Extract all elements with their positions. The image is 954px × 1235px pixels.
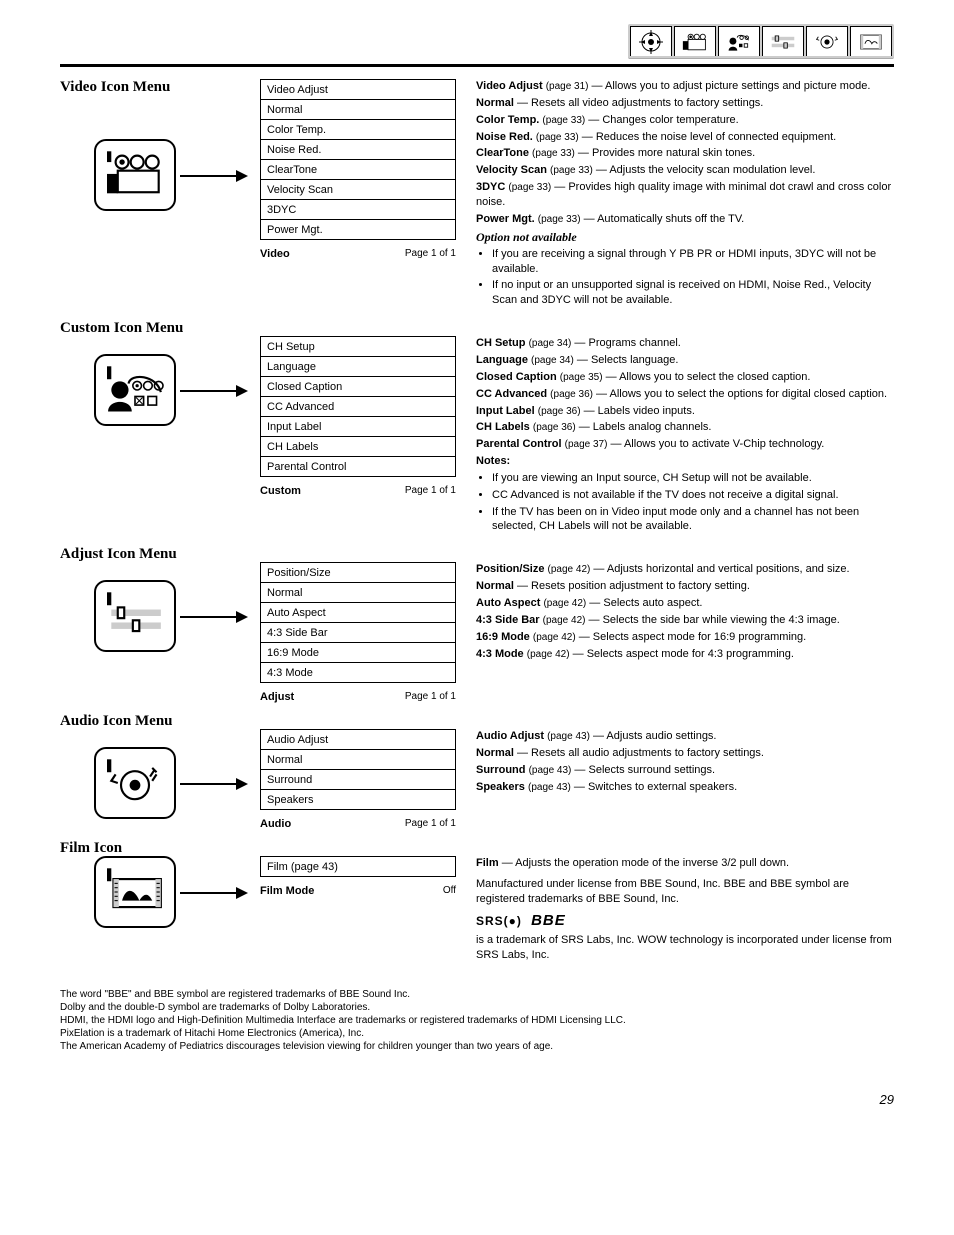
section-film: Film Icon — [60, 856, 894, 962]
bbe-logo-icon: BBE — [531, 912, 566, 929]
film-desc-body: — Adjusts the operation mode of the inve… — [502, 857, 789, 869]
section-custom: Custom Icon Menu — [60, 336, 894, 536]
menu-item: Normal — [261, 750, 456, 770]
tab-video-icon — [674, 26, 716, 56]
menu-item: Position/Size — [261, 563, 456, 583]
table-footer-text: Off — [443, 885, 456, 896]
adjust-icon — [94, 580, 176, 652]
menu-item: Power Mgt. — [261, 220, 456, 240]
note-text: If the TV has been on in Video input mod… — [492, 505, 894, 535]
table-footer-text: Page 1 of 1 — [405, 485, 456, 496]
tab-custom-icon — [718, 26, 760, 56]
table-footer-label: Film Mode — [260, 885, 314, 897]
adjust-desc-list: Position/Size (page 42) — Adjusts horizo… — [476, 562, 894, 661]
menu-item: 3DYC — [261, 200, 456, 220]
section-adjust: Adjust Icon Menu Position/Size Normal — [60, 562, 894, 703]
custom-desc-list: CH Setup (page 34) — Programs channel. L… — [476, 336, 894, 452]
section-audio: Audio Icon Menu Audio Adjust Normal — [60, 729, 894, 830]
tab-setup-icon — [630, 26, 672, 56]
video-desc-list: Video Adjust (page 31) — Allows you to a… — [476, 79, 894, 227]
table-footer-label: Audio — [260, 818, 291, 830]
menu-item: Language — [261, 357, 456, 377]
menu-item: Closed Caption — [261, 377, 456, 397]
menu-item: Surround — [261, 770, 456, 790]
table-footer-text: Page 1 of 1 — [405, 248, 456, 259]
tm-text: Dolby and the double-D symbol are tradem… — [60, 1002, 894, 1013]
menu-item: CC Advanced — [261, 397, 456, 417]
film-menu-table: Film (page 43) — [260, 856, 456, 877]
note-heading: Option not available — [476, 229, 894, 245]
srs-logo-icon: SRS(●) — [476, 914, 522, 928]
note-heading: Notes: — [476, 454, 894, 469]
menu-item: Audio Adjust — [261, 730, 456, 750]
bbe-notice: Manufactured under license from BBE Soun… — [476, 877, 894, 907]
custom-icon — [94, 354, 176, 426]
film-heading: Film Icon — [60, 840, 122, 857]
menu-item: Normal — [261, 100, 456, 120]
arrow-icon — [180, 779, 250, 789]
menu-item: Video Adjust — [261, 80, 456, 100]
arrow-icon — [180, 386, 250, 396]
arrow-icon — [180, 171, 250, 181]
menu-item: Velocity Scan — [261, 180, 456, 200]
srs-notice: is a trademark of SRS Labs, Inc. WOW tec… — [476, 933, 894, 963]
audio-heading: Audio Icon Menu — [60, 713, 173, 730]
divider — [60, 64, 894, 67]
page-number: 29 — [60, 1092, 894, 1107]
menu-item: ClearTone — [261, 160, 456, 180]
table-footer-label: Video — [260, 248, 290, 260]
film-desc-head: Film — [476, 857, 499, 869]
section-video: Video Icon Menu Video Adjus — [60, 79, 894, 310]
video-icon — [94, 139, 176, 211]
note-text: If no input or an unsupported signal is … — [492, 278, 894, 308]
audio-menu-table: Audio Adjust Normal Surround Speakers — [260, 729, 456, 810]
menu-item: Input Label — [261, 417, 456, 437]
audio-desc-list: Audio Adjust (page 43) — Adjusts audio s… — [476, 729, 894, 794]
tm-text: PixElation is a trademark of Hitachi Hom… — [60, 1028, 894, 1039]
arrow-icon — [180, 612, 250, 622]
tab-film-icon — [850, 26, 892, 56]
srs-line: SRS(●) BBE — [476, 911, 894, 931]
table-footer-label: Adjust — [260, 691, 294, 703]
video-heading: Video Icon Menu — [60, 79, 170, 96]
note-text: If you are viewing an Input source, CH S… — [492, 471, 894, 486]
arrow-icon — [180, 888, 250, 898]
menu-item: 16:9 Mode — [261, 643, 456, 663]
menu-item: Parental Control — [261, 457, 456, 477]
menu-item: CH Setup — [261, 337, 456, 357]
table-footer-text: Page 1 of 1 — [405, 818, 456, 829]
tm-text: The word "BBE" and BBE symbol are regist… — [60, 989, 894, 1000]
menu-item: 4:3 Side Bar — [261, 623, 456, 643]
menu-item: Auto Aspect — [261, 603, 456, 623]
tm-text: The American Academy of Pediatrics disco… — [60, 1041, 894, 1052]
menu-item: Normal — [261, 583, 456, 603]
table-footer-text: Page 1 of 1 — [405, 691, 456, 702]
menu-item: 4:3 Mode — [261, 663, 456, 683]
menu-item: Noise Red. — [261, 140, 456, 160]
note-text: If you are receiving a signal through Y … — [492, 247, 894, 277]
video-menu-table: Video Adjust Normal Color Temp. Noise Re… — [260, 79, 456, 240]
film-icon — [94, 856, 176, 928]
tm-text: HDMI, the HDMI logo and High-Definition … — [60, 1015, 894, 1026]
custom-menu-table: CH Setup Language Closed Caption CC Adva… — [260, 336, 456, 477]
menu-item: CH Labels — [261, 437, 456, 457]
custom-heading: Custom Icon Menu — [60, 320, 183, 337]
table-footer-label: Custom — [260, 485, 301, 497]
menu-item: Speakers — [261, 790, 456, 810]
tab-adjust-icon — [762, 26, 804, 56]
menu-item: Color Temp. — [261, 120, 456, 140]
note-text: CC Advanced is not available if the TV d… — [492, 488, 894, 503]
tab-strip — [628, 24, 894, 59]
tab-audio-icon — [806, 26, 848, 56]
audio-icon — [94, 747, 176, 819]
menu-item: Film (page 43) — [261, 857, 456, 877]
adjust-menu-table: Position/Size Normal Auto Aspect 4:3 Sid… — [260, 562, 456, 683]
trademark-block: The word "BBE" and BBE symbol are regist… — [60, 989, 894, 1052]
adjust-heading: Adjust Icon Menu — [60, 546, 177, 563]
